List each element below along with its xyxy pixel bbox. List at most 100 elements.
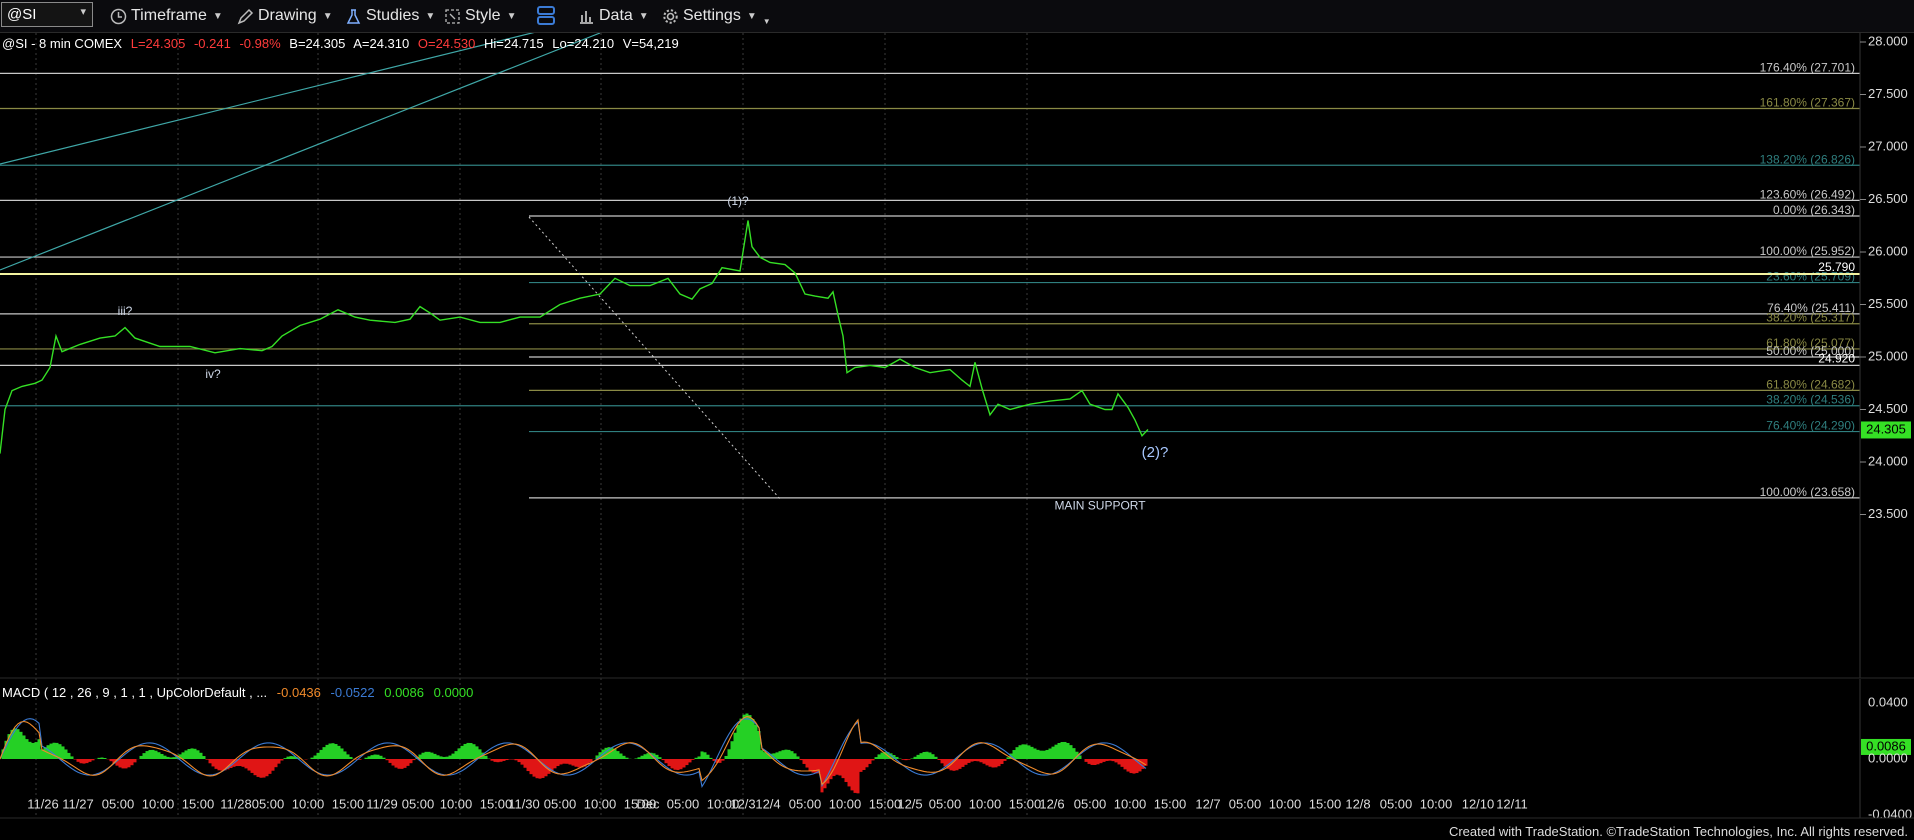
wave-annotation: MAIN SUPPORT (1054, 498, 1146, 512)
macd-title: MACD ( 12 , 26 , 9 , 1 , 1 , UpColorDefa… (2, 685, 267, 700)
macd-axis-label: 0.0400 (1868, 694, 1908, 709)
fib-level-label: 138.20% (26.826) (1760, 152, 1855, 166)
header-last: L=24.305 (131, 36, 186, 51)
fib-level-label: 61.80% (24.682) (1766, 377, 1855, 391)
time-axis-label: 05:00 (789, 796, 822, 811)
drawing-label: Drawing (258, 7, 317, 24)
time-axis-label: 12/10 (1462, 796, 1495, 811)
price-axis-label: 27.500 (1868, 86, 1908, 101)
timeframe-menu[interactable]: Timeframe ▼ (110, 0, 223, 32)
time-axis-label: 15:00 (1154, 796, 1187, 811)
price-axis-label: 28.000 (1868, 33, 1908, 48)
time-axis-label: 10:00 (142, 796, 175, 811)
time-axis-label: 11/27 (62, 796, 94, 811)
header-symbol: @SI - 8 min COMEX (2, 36, 122, 51)
time-axis-label: 12/7 (1195, 796, 1220, 811)
time-axis-label: 15:00 (332, 796, 365, 811)
time-axis-label: 10:00 (1114, 796, 1147, 811)
chevron-down-icon: ▼ (212, 10, 223, 22)
time-axis-label: 12/4 (755, 796, 780, 811)
fib-level-label: 123.60% (26.492) (1760, 187, 1855, 201)
time-axis-label: 15:00 (1009, 796, 1042, 811)
time-axis-label: 10:00 (440, 796, 473, 811)
wave-annotation: iv? (205, 367, 221, 381)
horizontal-line-label: 24.920 (1818, 351, 1855, 365)
drawing-menu[interactable]: Drawing ▼ (237, 0, 333, 32)
macd-header: MACD ( 12 , 26 , 9 , 1 , 1 , UpColorDefa… (2, 685, 473, 700)
chevron-down-icon: ▼ (425, 10, 436, 22)
style-icon (445, 8, 460, 24)
style-menu[interactable]: Style ▼ (444, 0, 516, 32)
macd-axis-label: 0.0000 (1868, 750, 1908, 765)
time-axis-label: 12/5 (897, 796, 922, 811)
timeframe-label: Timeframe (131, 7, 207, 24)
price-chart[interactable]: 176.40% (27.701) 161.80% (27.367) 138.20% … (0, 33, 1914, 839)
header-change: -0.241 (194, 36, 231, 51)
header-ask: A=24.310 (353, 36, 409, 51)
chevron-down-icon: ▼ (506, 10, 517, 22)
settings-label: Settings (683, 7, 741, 24)
layout-button[interactable] (536, 0, 556, 32)
price-axis-label: 24.500 (1868, 401, 1908, 416)
price-axis-label: 24.000 (1868, 453, 1908, 468)
time-axis-label: 15:00 (182, 796, 215, 811)
macd-axis-label: -0.0400 (1868, 806, 1912, 821)
header-open: O=24.530 (418, 36, 475, 51)
price-axis-label: 26.500 (1868, 191, 1908, 206)
fib-level-label: 76.40% (24.290) (1766, 419, 1855, 433)
wave-annotation: (2)? (1142, 444, 1169, 461)
symbol-info-header: @SI - 8 min COMEX L=24.305 -0.241 -0.98%… (2, 36, 679, 51)
fib-level-label: 161.80% (27.367) (1760, 95, 1855, 109)
wave-annotation: (1)? (727, 194, 749, 208)
gear-icon (663, 8, 678, 24)
bar-chart-icon (580, 10, 593, 24)
time-axis-label: 05:00 (1074, 796, 1107, 811)
macd-diff-value: 0.0086 (384, 685, 424, 700)
time-axis-label: 05:00 (667, 796, 700, 811)
time-axis-label: 12/8 (1345, 796, 1370, 811)
layout-icon (537, 6, 555, 25)
time-axis-label: 05:00 (1380, 796, 1413, 811)
time-axis-label: 15:00 (1309, 796, 1342, 811)
symbol-selector[interactable]: @SI ▾ (1, 2, 93, 27)
time-axis-label: 05:00 (544, 796, 577, 811)
time-axis-label: 12/11 (1496, 796, 1528, 811)
time-axis-label: 10:00 (584, 796, 617, 811)
time-axis-label: 05:00 (102, 796, 135, 811)
fib-level-label: 38.20% (24.536) (1766, 393, 1855, 407)
time-axis-label: 11/26 (27, 796, 59, 811)
wave-annotation: iii? (118, 304, 133, 318)
fib-level-label: 100.00% (23.658) (1760, 485, 1855, 499)
studies-label: Studies (366, 7, 420, 24)
price-axis-label: 25.000 (1868, 348, 1908, 363)
header-high: Hi=24.715 (484, 36, 544, 51)
time-axis-label: 10:00 (829, 796, 862, 811)
horizontal-line-label: 25.790 (1818, 260, 1855, 274)
time-axis-label: 12/3 (730, 796, 755, 811)
chevron-down-icon: ▼ (762, 16, 771, 26)
macd-value: -0.0436 (277, 685, 321, 700)
flask-icon (346, 8, 361, 24)
price-axis-label: 23.500 (1868, 506, 1908, 521)
header-bid: B=24.305 (289, 36, 345, 51)
data-menu[interactable]: Data ▼ (578, 0, 649, 32)
pencil-icon (237, 8, 254, 24)
time-axis-label: 11/28 (220, 796, 252, 811)
price-axis-label: 27.000 (1868, 138, 1908, 153)
last-price-value: 24.305 (1866, 421, 1906, 436)
last-price-badge: 24.305 (1861, 421, 1911, 439)
chevron-down-icon: ▼ (322, 10, 333, 22)
chevron-down-icon: ▼ (746, 10, 757, 22)
time-axis-label: 10:00 (969, 796, 1002, 811)
studies-menu[interactable]: Studies ▼ (345, 0, 435, 32)
time-axis-label: 05:00 (1229, 796, 1262, 811)
data-label: Data (599, 7, 633, 24)
macd-avg-value: -0.0522 (331, 685, 375, 700)
header-pct: -0.98% (239, 36, 281, 51)
settings-menu[interactable]: Settings ▼ ▼ (662, 0, 771, 32)
fib-level-label: 176.40% (27.701) (1760, 60, 1855, 74)
toolbar: @SI ▾ Timeframe ▼ Drawing ▼ Studies ▼ Style… (0, 0, 1914, 33)
header-volume: V=54,219 (623, 36, 679, 51)
time-axis-label: 11/29 (366, 796, 398, 811)
time-axis-label: 11/30 (508, 796, 540, 811)
